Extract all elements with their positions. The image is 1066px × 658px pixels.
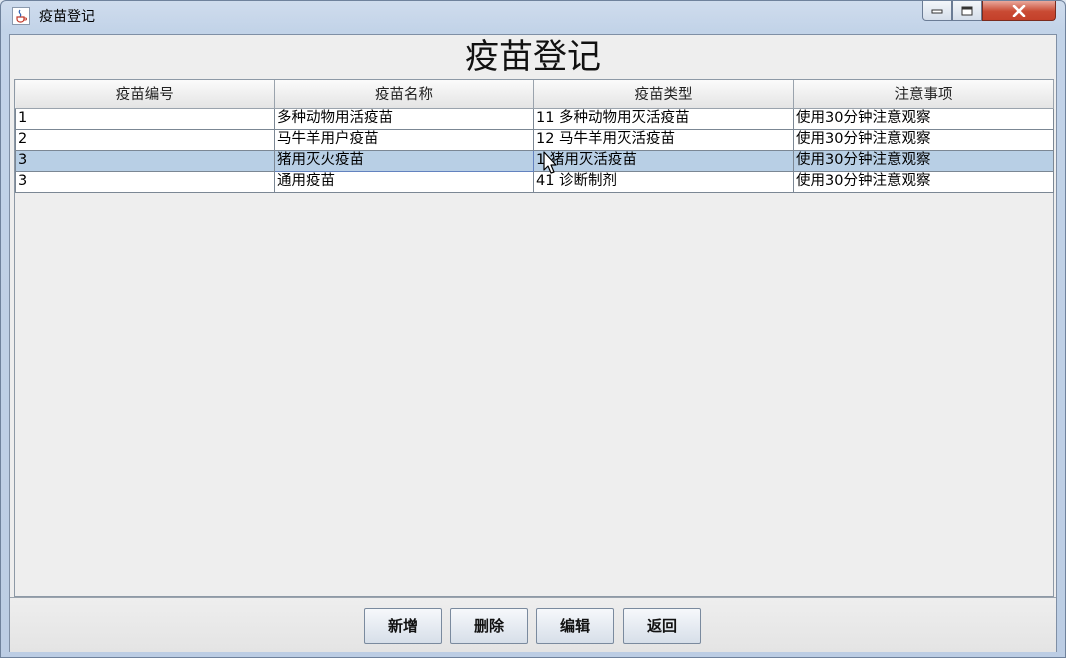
cell-id[interactable]: 1 <box>15 107 275 130</box>
column-header-type[interactable]: 疫苗类型 <box>533 80 794 109</box>
app-window: 疫苗登记 疫苗登记 疫苗编号 疫苗名称 疫苗类型 注意事项 1 多种动物用活疫苗… <box>0 0 1066 658</box>
table-row-selected[interactable]: 3 猪用灭火疫苗 1 猪用灭活疫苗 使用30分钟注意观察 <box>15 149 1054 172</box>
cell-notes[interactable]: 使用30分钟注意观察 <box>793 149 1054 172</box>
cell-id[interactable]: 3 <box>15 170 275 193</box>
cell-name-focused[interactable]: 猪用灭火疫苗 <box>274 149 534 172</box>
cell-type[interactable]: 11 多种动物用灭活疫苗 <box>533 107 794 130</box>
page-title: 疫苗登记 <box>465 37 601 77</box>
maximize-button[interactable] <box>952 1 982 21</box>
vaccine-table: 疫苗编号 疫苗名称 疫苗类型 注意事项 1 多种动物用活疫苗 11 多种动物用灭… <box>15 80 1054 193</box>
content-panel: 疫苗登记 疫苗编号 疫苗名称 疫苗类型 注意事项 1 多种动物用活疫苗 11 多… <box>9 34 1057 652</box>
cell-type[interactable]: 1 猪用灭活疫苗 <box>533 149 794 172</box>
cell-id[interactable]: 2 <box>15 128 275 151</box>
mouse-pointer-icon <box>543 151 557 174</box>
back-button[interactable]: 返回 <box>623 608 701 644</box>
window-title: 疫苗登记 <box>39 9 95 25</box>
edit-button[interactable]: 编辑 <box>536 608 614 644</box>
button-bar: 新增 删除 编辑 返回 <box>10 597 1056 652</box>
column-header-name[interactable]: 疫苗名称 <box>274 80 534 109</box>
delete-button[interactable]: 删除 <box>450 608 528 644</box>
add-button[interactable]: 新增 <box>364 608 442 644</box>
column-header-notes[interactable]: 注意事项 <box>793 80 1054 109</box>
close-icon <box>1012 4 1026 17</box>
table-header-row: 疫苗编号 疫苗名称 疫苗类型 注意事项 <box>15 80 1054 109</box>
table-row[interactable]: 2 马牛羊用户疫苗 12 马牛羊用灭活疫苗 使用30分钟注意观察 <box>15 128 1054 151</box>
minimize-icon <box>931 9 943 13</box>
table-row[interactable]: 1 多种动物用活疫苗 11 多种动物用灭活疫苗 使用30分钟注意观察 <box>15 107 1054 130</box>
cell-type[interactable]: 41 诊断制剂 <box>533 170 794 193</box>
cell-notes[interactable]: 使用30分钟注意观察 <box>793 107 1054 130</box>
minimize-button[interactable] <box>922 1 952 21</box>
cell-notes[interactable]: 使用30分钟注意观察 <box>793 128 1054 151</box>
cell-name[interactable]: 马牛羊用户疫苗 <box>274 128 534 151</box>
vaccine-table-scrollpane[interactable]: 疫苗编号 疫苗名称 疫苗类型 注意事项 1 多种动物用活疫苗 11 多种动物用灭… <box>14 79 1054 597</box>
cell-notes[interactable]: 使用30分钟注意观察 <box>793 170 1054 193</box>
column-header-id[interactable]: 疫苗编号 <box>15 80 275 109</box>
maximize-icon <box>961 6 973 15</box>
cell-id[interactable]: 3 <box>15 149 275 172</box>
java-cup-icon <box>12 7 30 25</box>
cell-name[interactable]: 通用疫苗 <box>274 170 534 193</box>
cell-type[interactable]: 12 马牛羊用灭活疫苗 <box>533 128 794 151</box>
cell-name[interactable]: 多种动物用活疫苗 <box>274 107 534 130</box>
title-bar[interactable]: 疫苗登记 <box>1 1 1065 33</box>
close-button[interactable] <box>982 1 1056 21</box>
table-row[interactable]: 3 通用疫苗 41 诊断制剂 使用30分钟注意观察 <box>15 170 1054 193</box>
